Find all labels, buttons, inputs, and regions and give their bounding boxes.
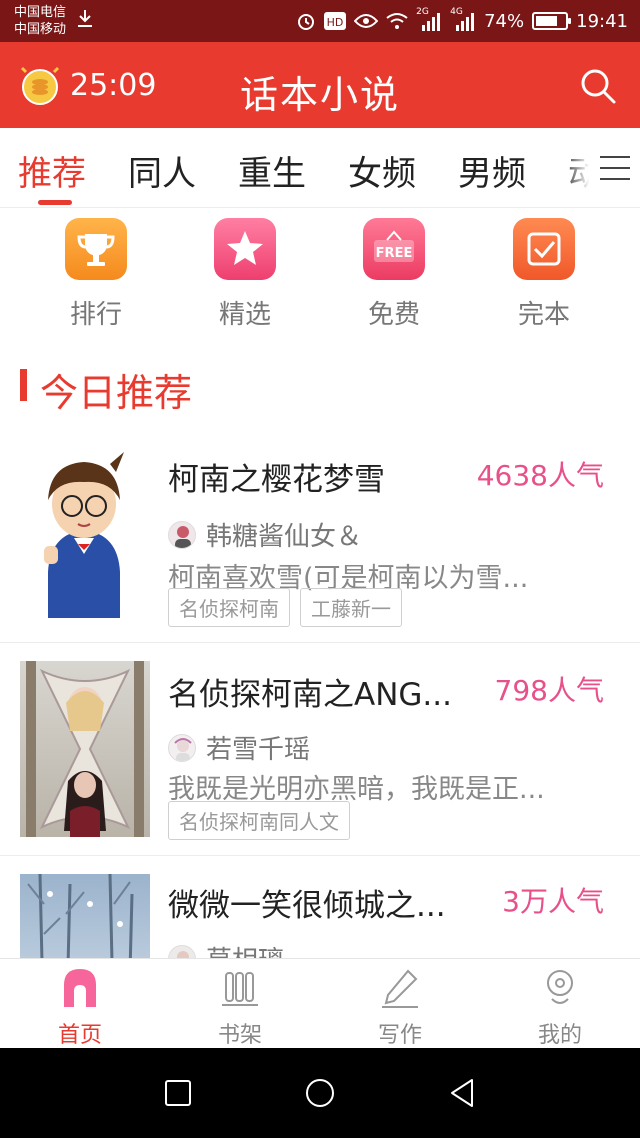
menu-icon	[600, 156, 630, 180]
battery-percent: 74%	[484, 10, 525, 32]
wifi-icon	[386, 13, 408, 29]
status-icons: HD 2G 4G 74% 19:41	[296, 0, 628, 42]
nav-bookshelf-label: 书架	[217, 1023, 262, 1048]
tab-rebirth[interactable]: 重生	[238, 146, 306, 195]
tab-fanfic[interactable]: 同人	[128, 146, 196, 195]
tab-female[interactable]: 女频	[348, 146, 416, 195]
app-header: 25:09 话本小说	[0, 42, 640, 128]
book-cover	[20, 874, 150, 958]
free-icon: FREE	[363, 218, 425, 280]
quick-free[interactable]: FREE 免费	[344, 218, 444, 331]
nav-write-label: 写作	[377, 1023, 422, 1048]
book-popularity: 798人气	[494, 674, 604, 707]
eye-icon	[354, 14, 379, 28]
book-cover	[20, 442, 150, 618]
carrier-info: 中国电信 中国移动	[14, 4, 66, 38]
star-icon	[214, 218, 276, 280]
svg-text:HD: HD	[327, 16, 344, 29]
nav-bookshelf[interactable]: 书架	[190, 967, 290, 1049]
book-tags: 名侦探柯南同人文	[168, 801, 350, 840]
book-popularity: 3万人气	[502, 885, 604, 918]
book-tag[interactable]: 名侦探柯南	[168, 588, 290, 627]
quick-ranking-label: 排行	[69, 300, 122, 330]
app-title: 话本小说	[239, 73, 400, 117]
signal-4g-icon: 4G	[450, 7, 476, 31]
author-avatar	[168, 944, 196, 958]
quick-featured[interactable]: 精选	[195, 218, 295, 331]
free-badge-text: FREE	[376, 246, 413, 261]
bookshelf-icon	[222, 972, 258, 1006]
category-tabs: 推荐 同人 重生 女频 男频 动	[0, 128, 640, 208]
author-avatar	[168, 733, 196, 762]
nav-profile[interactable]: 我的	[510, 967, 610, 1049]
section-marker	[20, 369, 27, 401]
signal-2g-icon: 2G	[416, 7, 442, 31]
clock: 19:41	[576, 10, 628, 32]
author-name: 若雪千瑶	[206, 735, 311, 765]
tab-menu-button[interactable]	[562, 128, 640, 207]
book-title: 名侦探柯南之ANG...	[168, 677, 452, 713]
author-name: 韩糖酱仙女＆	[206, 522, 363, 552]
quick-ranking[interactable]: 排行	[46, 218, 146, 331]
tab-male[interactable]: 男频	[458, 146, 526, 195]
quick-free-label: 免费	[367, 300, 420, 330]
book-tag[interactable]: 工藤新一	[300, 588, 402, 627]
book-tags: 名侦探柯南 工藤新一	[168, 588, 402, 627]
hd-icon: HD	[324, 12, 347, 30]
author-avatar	[168, 520, 196, 549]
pencil-icon	[382, 969, 418, 1008]
quick-completed-label: 完本	[517, 300, 570, 330]
carrier-2: 中国移动	[14, 22, 67, 37]
nav-profile-label: 我的	[537, 1023, 582, 1048]
quick-entries: 排行 精选 FREE 免费 完本	[0, 208, 640, 338]
bottom-nav: 首页 书架 写作 我的	[0, 958, 640, 1048]
carrier-1: 中国电信	[14, 5, 67, 20]
nav-home[interactable]: 首页	[30, 967, 130, 1049]
book-popularity: 4638人气	[476, 459, 604, 492]
active-tab-indicator	[38, 200, 72, 205]
status-bar: 中国电信 中国移动 HD 2G 4G 74% 19:41	[0, 0, 640, 42]
tab-recommend[interactable]: 推荐	[18, 146, 86, 195]
home-icon	[64, 969, 96, 1007]
recent-apps-icon[interactable]	[160, 1075, 196, 1111]
book-author: 韩糖酱仙女＆	[168, 516, 362, 553]
book-tag[interactable]: 名侦探柯南同人文	[168, 801, 350, 840]
home-button-icon[interactable]	[302, 1075, 338, 1111]
section-title: 今日推荐	[40, 371, 193, 415]
system-nav-bar	[0, 1048, 640, 1138]
alarm-icon	[298, 14, 315, 30]
book-cover	[20, 661, 150, 837]
book-author: 若雪千瑶	[168, 729, 310, 766]
book-title: 柯南之樱花梦雪	[168, 462, 385, 498]
book-title: 微微一笑很倾城之...	[168, 888, 446, 924]
book-item[interactable]: 名侦探柯南之ANG... 798人气 若雪千瑶 我既是光明亦黑暗，我既是正...…	[0, 643, 640, 856]
search-icon	[581, 69, 616, 104]
author-name: 莫相璃	[206, 940, 284, 958]
book-item[interactable]: 微微一笑很倾城之... 3万人气 莫相璃	[0, 856, 640, 958]
nav-write[interactable]: 写作	[350, 967, 450, 1049]
check-icon	[513, 218, 575, 280]
search-button[interactable]	[578, 66, 618, 106]
nav-home-label: 首页	[57, 1023, 102, 1048]
profile-icon	[547, 970, 573, 1004]
book-item[interactable]: 柯南之樱花梦雪 4638人气 韩糖酱仙女＆ 柯南喜欢雪(可是柯南以为雪... 名…	[0, 430, 640, 643]
trophy-icon	[65, 218, 127, 280]
quick-featured-label: 精选	[218, 300, 271, 330]
back-icon[interactable]	[444, 1075, 480, 1111]
quick-completed[interactable]: 完本	[494, 218, 594, 331]
battery-icon	[532, 12, 572, 30]
book-author: 莫相璃	[168, 940, 284, 958]
download-icon	[78, 10, 92, 27]
